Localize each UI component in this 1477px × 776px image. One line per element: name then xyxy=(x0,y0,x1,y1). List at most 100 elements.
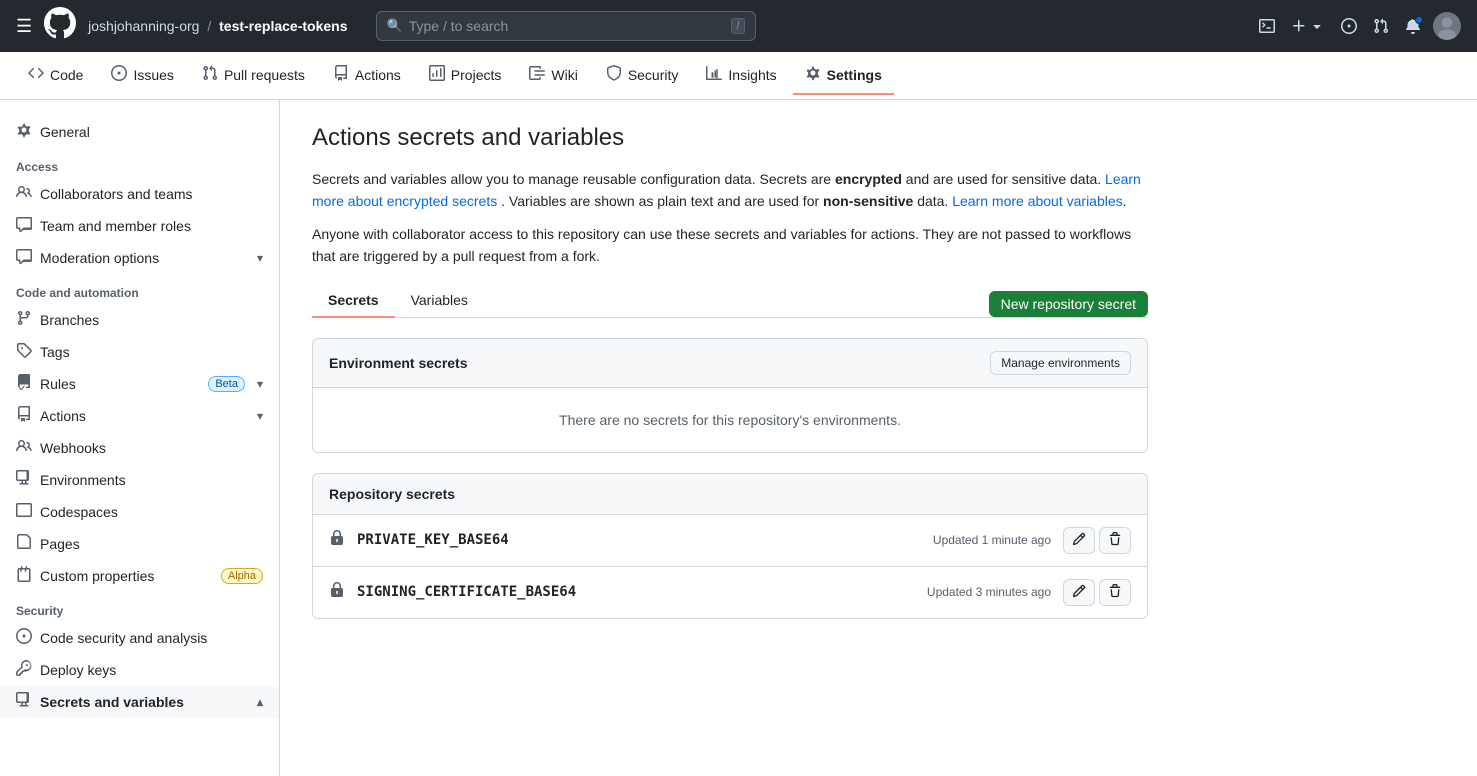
moderation-icon xyxy=(16,248,32,268)
sidebar-item-collaborators[interactable]: Collaborators and teams xyxy=(0,178,279,210)
sidebar-item-codespaces[interactable]: Codespaces xyxy=(0,496,279,528)
sidebar-item-rules[interactable]: Rules Beta ▾ xyxy=(0,368,279,400)
repo-path: joshjohanning-org / test-replace-tokens xyxy=(88,18,347,34)
sidebar-item-pages[interactable]: Pages xyxy=(0,528,279,560)
code-icon xyxy=(28,65,44,85)
security-icon xyxy=(606,65,622,85)
delete-secret-1-button[interactable] xyxy=(1099,527,1131,554)
sidebar-item-deploy-keys[interactable]: Deploy keys xyxy=(0,654,279,686)
search-bar[interactable]: 🔍 / xyxy=(376,11,756,41)
edit-secret-1-button[interactable] xyxy=(1063,527,1095,554)
sidebar-item-moderation[interactable]: Moderation options ▾ xyxy=(0,242,279,274)
tab-secrets[interactable]: Secrets xyxy=(312,284,395,318)
environment-secrets-section: Environment secrets Manage environments … xyxy=(312,338,1148,453)
manage-environments-button[interactable]: Manage environments xyxy=(990,351,1131,375)
new-repository-secret-button[interactable]: New repository secret xyxy=(989,291,1148,317)
subnav-wiki-label: Wiki xyxy=(551,67,577,83)
subnav-issues[interactable]: Issues xyxy=(99,57,185,95)
learn-variables-link[interactable]: Learn more about variables xyxy=(952,193,1122,209)
secrets-icon xyxy=(16,692,32,712)
desc2-rest: data. xyxy=(917,193,952,209)
repo-owner-link[interactable]: joshjohanning-org xyxy=(88,18,199,34)
codespaces-icon xyxy=(16,502,32,522)
search-input[interactable] xyxy=(409,18,726,34)
sidebar-secrets-variables-label: Secrets and variables xyxy=(40,694,184,710)
repository-secrets-title: Repository secrets xyxy=(329,486,455,502)
sidebar-moderation-label: Moderation options xyxy=(40,250,159,266)
sidebar-member-roles-label: Team and member roles xyxy=(40,218,191,234)
sidebar-item-code-security[interactable]: Code security and analysis xyxy=(0,622,279,654)
desc3-text: Anyone with collaborator access to this … xyxy=(312,223,1148,268)
subnav-security-label: Security xyxy=(628,67,679,83)
path-separator: / xyxy=(207,18,211,34)
subnav-security[interactable]: Security xyxy=(594,57,691,95)
desc1-rest: and are used for sensitive data. xyxy=(906,171,1105,187)
subnav-settings[interactable]: Settings xyxy=(793,57,894,95)
subnav-wiki[interactable]: Wiki xyxy=(517,57,589,95)
desc1-text: Secrets and variables allow you to manag… xyxy=(312,171,831,187)
description-box: Secrets and variables allow you to manag… xyxy=(312,168,1148,268)
pr-button[interactable] xyxy=(1369,14,1393,38)
sidebar-item-custom-properties[interactable]: Custom properties Alpha xyxy=(0,560,279,592)
custom-properties-alpha-badge: Alpha xyxy=(221,568,263,584)
settings-icon xyxy=(805,65,821,85)
moderation-chevron-icon: ▾ xyxy=(257,251,263,265)
sidebar: General Access Collaborators and teams T… xyxy=(0,100,280,776)
sidebar-item-secrets-variables[interactable]: Secrets and variables ▴ xyxy=(0,686,279,718)
environment-secrets-header: Environment secrets Manage environments xyxy=(313,339,1147,388)
search-icon: 🔍 xyxy=(387,18,403,34)
avatar[interactable] xyxy=(1433,12,1461,40)
subnav-actions[interactable]: Actions xyxy=(321,57,413,95)
tab-variables[interactable]: Variables xyxy=(395,284,484,318)
sidebar-collaborators-label: Collaborators and teams xyxy=(40,186,193,202)
subnav-code[interactable]: Code xyxy=(16,57,95,95)
desc2-text: . Variables are shown as plain text and … xyxy=(501,193,823,209)
projects-icon xyxy=(429,65,445,85)
hamburger-button[interactable]: ☰ xyxy=(16,16,32,37)
sidebar-item-environments[interactable]: Environments xyxy=(0,464,279,496)
repository-secrets-section: Repository secrets PRIVATE_KEY_BASE64 Up… xyxy=(312,473,1148,619)
subnav-projects[interactable]: Projects xyxy=(417,57,514,95)
subnav-pr-label: Pull requests xyxy=(224,67,305,83)
insights-icon xyxy=(706,65,722,85)
sidebar-item-branches[interactable]: Branches xyxy=(0,304,279,336)
plus-button[interactable] xyxy=(1287,14,1329,38)
subnav-insights-label: Insights xyxy=(728,67,776,83)
desc1-bold: encrypted xyxy=(835,171,902,187)
sidebar-environments-label: Environments xyxy=(40,472,126,488)
rules-icon xyxy=(16,374,32,394)
edit-secret-2-button[interactable] xyxy=(1063,579,1095,606)
rules-beta-badge: Beta xyxy=(208,376,245,392)
issues-icon xyxy=(111,65,127,85)
secret-actions-1 xyxy=(1063,527,1131,554)
delete-secret-2-button[interactable] xyxy=(1099,579,1131,606)
gear-icon xyxy=(16,122,32,142)
terminal-button[interactable] xyxy=(1255,14,1279,38)
subnav-insights[interactable]: Insights xyxy=(694,57,788,95)
wiki-icon xyxy=(529,65,545,85)
actions-chevron-icon: ▾ xyxy=(257,409,263,423)
custom-properties-icon xyxy=(16,566,32,586)
sidebar-item-webhooks[interactable]: Webhooks xyxy=(0,432,279,464)
sidebar-item-member-roles[interactable]: Team and member roles xyxy=(0,210,279,242)
actions-sidebar-icon xyxy=(16,406,32,426)
webhooks-icon xyxy=(16,438,32,458)
page-layout: General Access Collaborators and teams T… xyxy=(0,100,1477,776)
sidebar-item-tags[interactable]: Tags xyxy=(0,336,279,368)
sidebar-code-security-label: Code security and analysis xyxy=(40,630,207,646)
github-logo xyxy=(44,7,76,46)
access-section-header: Access xyxy=(0,148,279,178)
subnav-prs[interactable]: Pull requests xyxy=(190,57,317,95)
subnav-projects-label: Projects xyxy=(451,67,502,83)
slash-shortcut: / xyxy=(731,18,744,34)
subnav-code-label: Code xyxy=(50,67,83,83)
notifications-button[interactable] xyxy=(1401,14,1425,38)
environment-secrets-title: Environment secrets xyxy=(329,355,468,371)
subnav-issues-label: Issues xyxy=(133,67,173,83)
issues-button[interactable] xyxy=(1337,14,1361,38)
tags-icon xyxy=(16,342,32,362)
tabs-and-button-row: Secrets Variables New repository secret xyxy=(312,284,1148,318)
sidebar-item-general[interactable]: General xyxy=(0,116,279,148)
code-automation-section-header: Code and automation xyxy=(0,274,279,304)
sidebar-item-actions[interactable]: Actions ▾ xyxy=(0,400,279,432)
